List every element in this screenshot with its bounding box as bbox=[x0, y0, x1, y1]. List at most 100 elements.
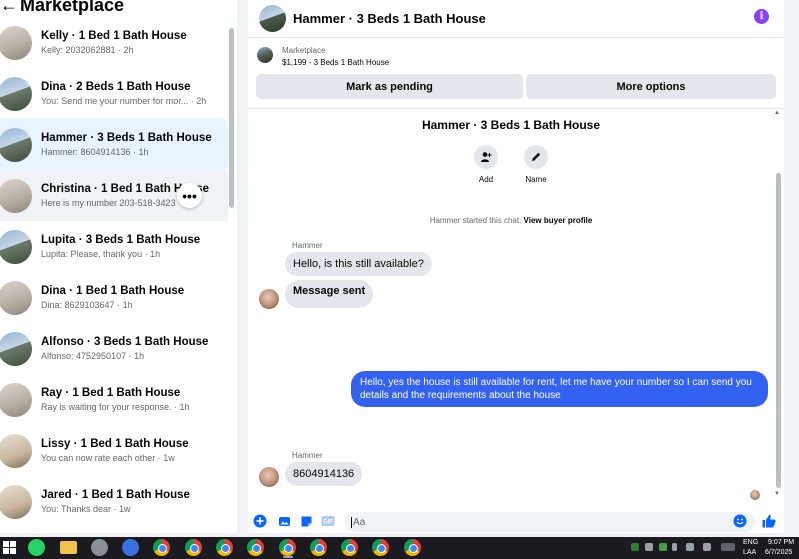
conversation-item[interactable]: Jared · 1 Bed 1 Bath House You: Thanks d… bbox=[0, 476, 228, 527]
chrome-profile-icon[interactable] bbox=[185, 539, 202, 556]
pencil-icon[interactable] bbox=[524, 145, 548, 169]
conversation-item[interactable]: Ray · 1 Bed 1 Bath House Ray is waiting … bbox=[0, 374, 228, 425]
sender-name: Hammer bbox=[292, 241, 323, 250]
listing-thumbnail bbox=[0, 331, 32, 366]
chrome-profile-icon[interactable] bbox=[341, 539, 358, 556]
conversation-preview: Ray is waiting for your response. · 1h bbox=[41, 402, 190, 412]
chat-started-notice: Hammer started this chat. View buyer pro… bbox=[248, 216, 774, 225]
conversation-item-active[interactable]: Hammer · 3 Beds 1 Bath House Hammer: 860… bbox=[0, 119, 228, 170]
conversation-title: Hammer · 3 Beds 1 Bath House bbox=[41, 132, 212, 144]
screen: ← Marketplace Kelly · 1 Bed 1 Bath House… bbox=[0, 0, 799, 559]
conversation-title: Lissy · 1 Bed 1 Bath House bbox=[41, 438, 189, 450]
incoming-message[interactable]: Message sent bbox=[285, 280, 374, 308]
conversation-item-hovered[interactable]: Christina · 1 Bed 1 Bath House Here is m… bbox=[0, 170, 228, 221]
clock-date[interactable]: 6/7/2025 bbox=[765, 549, 792, 556]
thumbs-up-icon[interactable] bbox=[761, 513, 777, 529]
chrome-profile-icon[interactable] bbox=[404, 539, 421, 556]
listing-thumbnail bbox=[0, 127, 32, 162]
sender-avatar[interactable] bbox=[259, 467, 279, 487]
scroll-up-arrow-icon[interactable]: ▲ bbox=[774, 110, 780, 116]
incoming-message[interactable]: 8604914136 bbox=[285, 462, 363, 486]
browser-profile-icon[interactable] bbox=[122, 539, 139, 556]
listing-thumbnail[interactable] bbox=[257, 47, 273, 63]
chat-avatar[interactable] bbox=[259, 5, 286, 32]
chat-title[interactable]: Hammer · 3 Beds 1 Bath House bbox=[293, 11, 486, 26]
add-label: Add bbox=[478, 175, 494, 184]
mark-as-pending-button[interactable]: Mark as pending bbox=[256, 74, 523, 99]
chrome-icon[interactable] bbox=[153, 539, 170, 556]
add-action[interactable]: Add bbox=[466, 145, 506, 184]
clock-time[interactable]: 9:07 PM bbox=[768, 539, 794, 546]
active-app-indicator bbox=[283, 556, 293, 558]
conversation-preview: You can now rate each other · 1w bbox=[41, 453, 175, 463]
conversation-preview: Kelly: 2032062881 · 2h bbox=[41, 45, 134, 55]
volume-icon[interactable] bbox=[703, 543, 711, 551]
conversation-panel: ← Marketplace Kelly · 1 Bed 1 Bath House… bbox=[0, 0, 237, 533]
sender-avatar[interactable] bbox=[259, 289, 279, 309]
windows-start-icon[interactable] bbox=[3, 541, 16, 554]
chrome-profile-icon[interactable] bbox=[372, 539, 389, 556]
chat-scrollbar[interactable] bbox=[776, 173, 781, 488]
outgoing-message[interactable]: Hello, yes the house is still available … bbox=[351, 371, 768, 407]
conversation-scrollbar[interactable] bbox=[229, 28, 234, 208]
input-layout[interactable]: LAA bbox=[743, 549, 756, 556]
panel-title: Marketplace bbox=[20, 0, 125, 15]
windows-taskbar bbox=[0, 537, 799, 559]
add-person-icon[interactable] bbox=[474, 145, 498, 169]
panel-header: ← Marketplace bbox=[0, 0, 124, 16]
chrome-profile-icon[interactable] bbox=[247, 539, 264, 556]
profile-name: Hammer · 3 Beds 1 Bath House bbox=[421, 118, 601, 132]
tray-app-icon[interactable] bbox=[645, 543, 653, 551]
info-icon[interactable]: i bbox=[754, 9, 769, 24]
marketplace-label: Marketplace bbox=[282, 46, 326, 55]
conversation-title: Dina · 2 Beds 1 Bath House bbox=[41, 81, 191, 93]
incoming-message[interactable]: Hello, is this still available? bbox=[285, 252, 432, 276]
chrome-profile-icon[interactable] bbox=[216, 539, 233, 556]
chat-started-text: Hammer started this chat. bbox=[429, 216, 522, 225]
tray-app-icon[interactable] bbox=[631, 543, 639, 551]
conversation-item[interactable]: Lissy · 1 Bed 1 Bath House You can now r… bbox=[0, 425, 228, 476]
listing-thumbnail bbox=[0, 229, 32, 264]
chrome-profile-icon[interactable] bbox=[279, 539, 296, 556]
sticker-icon[interactable] bbox=[299, 514, 313, 528]
conversation-item[interactable]: Kelly · 1 Bed 1 Bath House Kelly: 203206… bbox=[0, 17, 228, 68]
listing-thumbnail bbox=[0, 178, 32, 213]
listing-thumbnail bbox=[0, 25, 32, 60]
tray-app-icon[interactable] bbox=[659, 543, 667, 551]
app-icon[interactable] bbox=[91, 539, 108, 556]
message-input[interactable]: Aa bbox=[345, 512, 755, 532]
plus-circle-icon[interactable] bbox=[253, 514, 267, 528]
svg-text:GIF: GIF bbox=[323, 520, 333, 526]
more-options-icon[interactable]: ••• bbox=[177, 183, 202, 208]
conversation-item[interactable]: Dina · 2 Beds 1 Bath House You: Send me … bbox=[0, 68, 228, 119]
conversation-item[interactable]: Lupita · 3 Beds 1 Bath House Lupita: Ple… bbox=[0, 221, 228, 272]
scroll-down-arrow-icon[interactable]: ▼ bbox=[774, 491, 780, 497]
whatsapp-icon[interactable] bbox=[28, 539, 45, 556]
conversation-title: Kelly · 1 Bed 1 Bath House bbox=[41, 30, 187, 42]
microphone-icon[interactable] bbox=[672, 543, 677, 551]
chrome-profile-icon[interactable] bbox=[310, 539, 327, 556]
listing-thumbnail bbox=[0, 484, 32, 519]
input-language[interactable]: ENG bbox=[743, 539, 758, 546]
more-options-button[interactable]: More options bbox=[526, 74, 776, 99]
network-icon[interactable] bbox=[686, 543, 694, 551]
back-arrow-icon[interactable]: ← bbox=[0, 0, 18, 16]
conversation-title: Lupita · 3 Beds 1 Bath House bbox=[41, 234, 201, 246]
photo-icon[interactable] bbox=[277, 514, 291, 528]
emoji-icon[interactable] bbox=[733, 514, 747, 528]
conversation-item[interactable]: Dina · 1 Bed 1 Bath House Dina: 86291036… bbox=[0, 272, 228, 323]
chat-panel: Hammer · 3 Beds 1 Bath House i Marketpla… bbox=[248, 0, 784, 533]
text-caret bbox=[351, 516, 352, 528]
keyboard-icon[interactable] bbox=[721, 543, 735, 551]
seen-indicator-avatar bbox=[750, 490, 760, 500]
listing-thumbnail bbox=[0, 433, 32, 468]
listing-price[interactable]: $1,199 - 3 Beds 1 Bath House bbox=[282, 58, 389, 67]
name-action[interactable]: Name bbox=[516, 145, 556, 184]
conversation-preview: Dina: 8629103647 · 1h bbox=[41, 300, 133, 310]
view-buyer-profile-link[interactable]: View buyer profile bbox=[524, 216, 593, 225]
conversation-preview: Lupita: Please, thank you · 1h bbox=[41, 249, 161, 259]
conversation-title: Ray · 1 Bed 1 Bath House bbox=[41, 387, 181, 399]
gif-icon[interactable]: GIF bbox=[321, 514, 335, 528]
file-explorer-icon[interactable] bbox=[60, 541, 77, 554]
conversation-item[interactable]: Alfonso · 3 Beds 1 Bath House Alfonso: 4… bbox=[0, 323, 228, 374]
